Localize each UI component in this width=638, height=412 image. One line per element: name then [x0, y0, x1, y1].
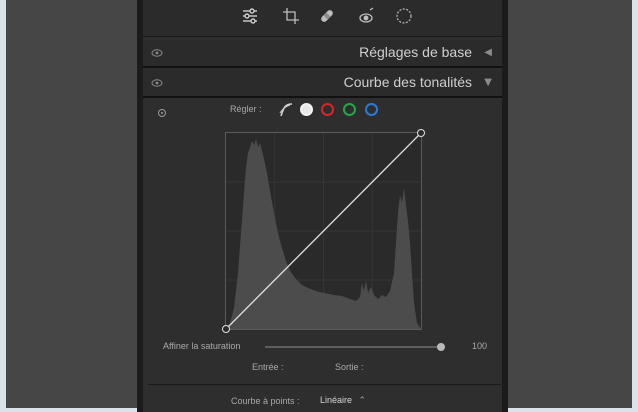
saturation-slider-track[interactable]	[265, 346, 445, 348]
crop-icon[interactable]	[281, 6, 301, 26]
basic-section-header[interactable]: Réglages de base ◀	[143, 40, 502, 66]
point-curve-select[interactable]: Linéaire ⌃	[320, 395, 366, 406]
saturation-slider-thumb[interactable]	[437, 343, 445, 351]
histogram-plot	[226, 133, 421, 329]
tool-strip	[143, 0, 502, 37]
curve-point-white[interactable]	[417, 129, 425, 137]
tone-curve-graph[interactable]	[222, 129, 425, 333]
saturation-value: 100	[472, 341, 488, 351]
expand-arrow-icon[interactable]: ▼	[484, 78, 492, 88]
target-adjust-icon[interactable]	[157, 108, 167, 118]
adjust-label: Régler :	[230, 104, 262, 114]
eye-icon[interactable]	[151, 78, 163, 88]
channel-rgb-button[interactable]	[300, 103, 313, 116]
eye-icon[interactable]	[151, 48, 163, 58]
channel-red-button[interactable]	[321, 103, 334, 116]
parametric-curve-icon[interactable]	[278, 102, 294, 118]
section-title: Réglages de base	[359, 44, 472, 60]
section-title: Courbe des tonalités	[343, 74, 472, 90]
collapse-arrow-icon[interactable]: ◀	[484, 48, 492, 58]
sliders-icon[interactable]	[240, 6, 260, 26]
curve-point-black[interactable]	[222, 325, 230, 333]
tone-curve-section-header[interactable]: Courbe des tonalités ▼	[143, 70, 502, 96]
saturation-label: Affiner la saturation	[163, 341, 241, 351]
channel-green-button[interactable]	[343, 103, 356, 116]
output-label: Sortie :	[335, 362, 364, 372]
point-curve-label: Courbe à points :	[231, 396, 300, 406]
redeye-icon[interactable]	[356, 6, 376, 26]
point-curve-value: Linéaire	[320, 395, 353, 405]
mask-icon[interactable]	[394, 6, 414, 26]
channel-blue-button[interactable]	[365, 103, 378, 116]
section-divider	[148, 384, 501, 385]
section-divider	[143, 96, 502, 98]
input-label: Entrée :	[252, 362, 284, 372]
dropdown-arrow-icon: ⌃	[358, 395, 367, 405]
bandage-icon[interactable]	[317, 6, 337, 26]
section-divider	[143, 66, 502, 68]
